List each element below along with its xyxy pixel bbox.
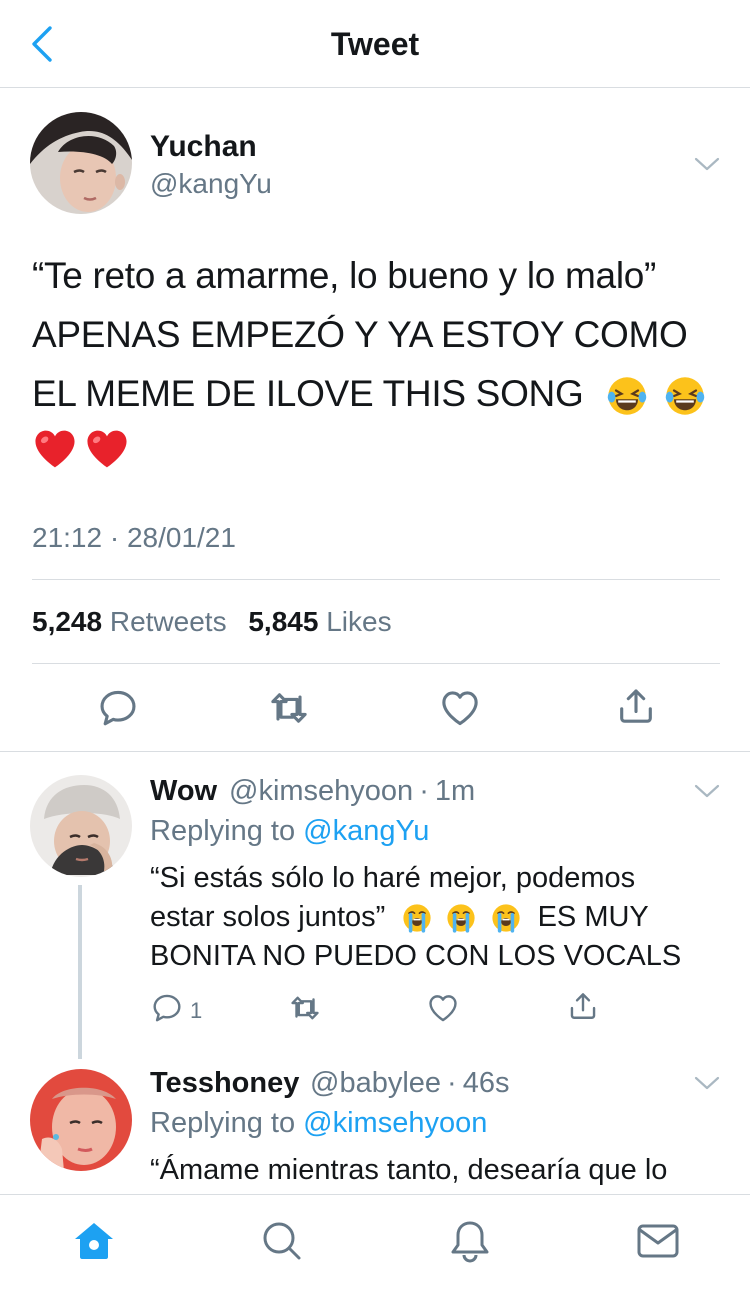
tweet-text-line-1: “Te reto a amarme, lo bueno y lo malo” [32,255,657,296]
author-name[interactable]: Tesshoney [150,1067,299,1100]
top-nav-bar: Tweet [0,0,750,88]
heart-icon[interactable] [438,686,482,730]
bottom-tab-bar [0,1194,750,1294]
mention-link[interactable]: @kimsehyoon [303,1107,487,1139]
chevron-down-icon[interactable] [694,156,720,172]
reply-count: 1 [190,998,203,1023]
replying-label: Replying to [150,815,296,847]
reply-text-line-2: estar solos juntos” ES MUY [150,898,720,937]
comment-icon[interactable] [150,991,184,1025]
reply-text-line-3: BONITA NO PUEDO CON LOS VOCALS [150,940,682,972]
bell-icon[interactable] [446,1217,494,1265]
retweet-icon[interactable] [267,686,311,730]
heart-icon[interactable] [426,991,460,1025]
laughing-face-emoji [605,374,649,418]
avatar[interactable] [30,112,132,214]
divider [32,663,720,664]
comment-icon[interactable] [96,686,140,730]
reply-text-line-2a: estar solos juntos” [150,901,386,933]
retweets-label[interactable]: Retweets [110,606,227,637]
reply-meta: @babylee · 46s [310,1067,510,1099]
author-name[interactable]: Yuchan [150,130,257,164]
replying-to: Replying to @kimsehyoon [150,1107,487,1140]
author-handle[interactable]: @kangYu [150,168,272,200]
tweet-text: “Te reto a amarme, lo bueno y lo malo” A… [32,246,722,423]
reply-tweet[interactable]: Tesshoney @babylee · 46s Replying to @kims… [0,1045,750,1195]
replying-to: Replying to @kangYu [150,815,429,848]
reply-text: “Si estás sólo lo haré mejor, podemos es… [150,859,720,976]
avatar[interactable] [30,775,132,877]
crying-face-emoji [401,902,433,934]
author-handle[interactable]: @babylee [310,1067,441,1099]
reply-text-line-1: “Ámame mientras tanto, desearía que lo [150,1154,668,1186]
crying-face-emoji [490,902,522,934]
share-icon[interactable] [566,989,600,1023]
red-heart-emoji [84,426,130,472]
tweet-text-line-3: EL MEME DE ILOVE THIS SONG [32,364,722,423]
reply-text-line-1: “Si estás sólo lo haré mejor, podemos [150,862,636,894]
tweet-emoji-line [32,426,130,476]
replying-label: Replying to [150,1107,296,1139]
author-handle[interactable]: @kimsehyoon [229,775,413,807]
reply-meta: @kimsehyoon · 1m [229,775,476,807]
reply-text: “Ámame mientras tanto, desearía que lo [150,1151,720,1190]
tweet-timestamp[interactable]: 21:12 · 28/01/21 [32,522,236,554]
search-icon[interactable] [258,1217,306,1265]
likes-label[interactable]: Likes [326,606,391,637]
chevron-down-icon[interactable] [694,783,720,799]
thread-line [78,885,82,1059]
likes-count[interactable]: 5,845 [248,606,318,637]
mail-icon[interactable] [634,1217,682,1265]
main-tweet: Yuchan @kangYu “Te reto a amarme, lo bue… [0,88,750,752]
laughing-face-emoji [663,374,707,418]
crying-face-emoji [445,902,477,934]
reply-text-line-2b: ES MUY [537,901,649,933]
home-icon[interactable] [70,1217,118,1265]
tweet-text-line-2: APENAS EMPEZÓ Y YA ESTOY COMO [32,314,688,355]
share-icon[interactable] [614,684,658,728]
mention-link[interactable]: @kangYu [303,815,429,847]
retweet-icon[interactable] [288,991,322,1025]
page-title: Tweet [330,26,420,62]
retweets-count[interactable]: 5,248 [32,606,102,637]
avatar[interactable] [30,1069,132,1171]
chevron-down-icon[interactable] [694,1075,720,1091]
reply-time[interactable]: 1m [435,775,475,807]
reply-time[interactable]: 46s [463,1067,510,1099]
tweet-text-line-3-text: EL MEME DE ILOVE THIS SONG [32,373,584,414]
reply-tweet[interactable]: Wow @kimsehyoon · 1m Replying to @kangYu “… [0,753,750,1059]
red-heart-emoji [32,426,78,472]
author-name[interactable]: Wow [150,775,217,808]
divider [32,579,720,580]
tweet-stats: 5,248 Retweets 5,845 Likes [32,606,406,638]
